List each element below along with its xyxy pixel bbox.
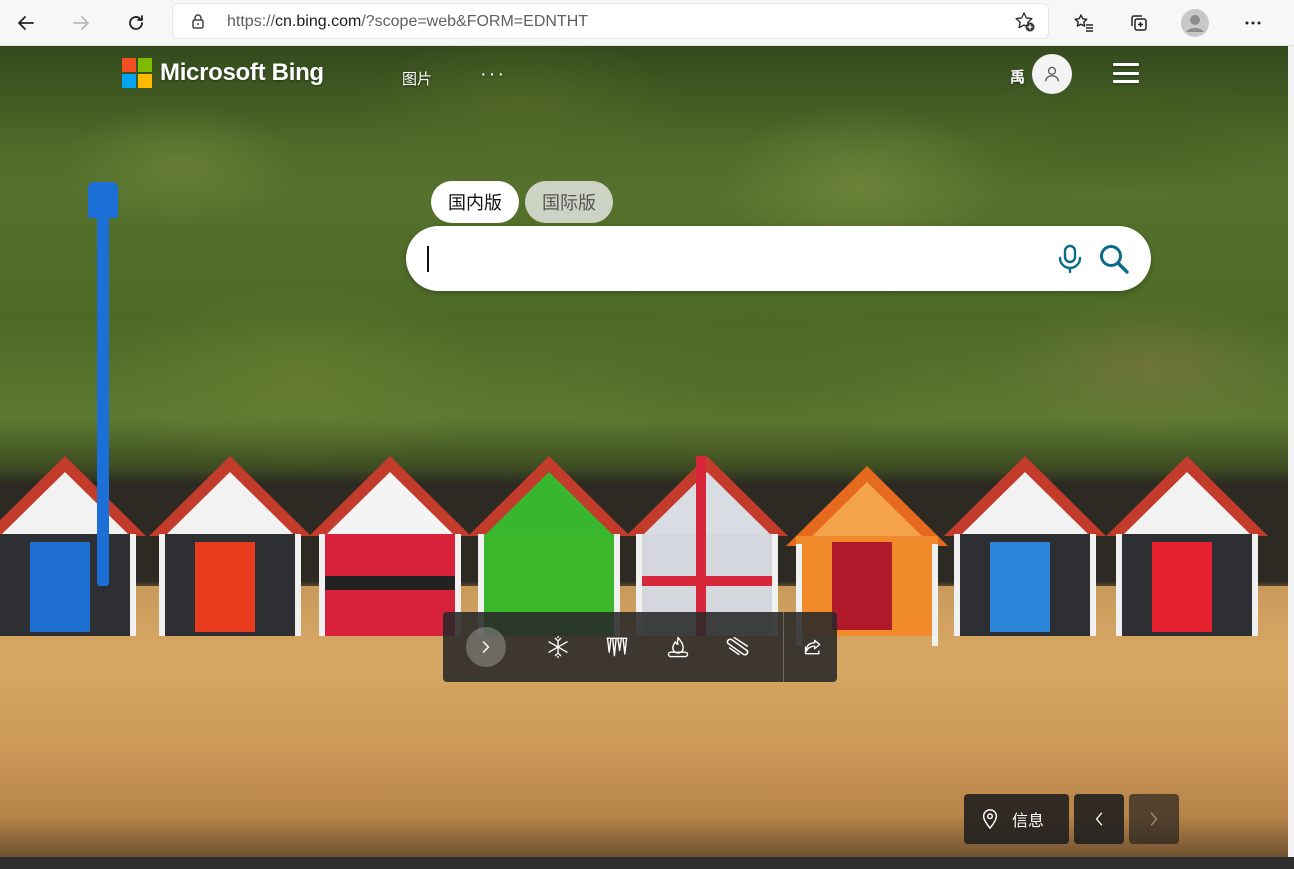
- beach-hut: [626, 456, 788, 636]
- image-info-button[interactable]: 信息: [964, 794, 1069, 844]
- forward-button[interactable]: [64, 6, 98, 40]
- toolbar-expand-button[interactable]: [466, 627, 506, 667]
- share-icon[interactable]: [798, 632, 828, 662]
- beach-hut: [786, 466, 948, 646]
- beach-hut: [309, 456, 471, 636]
- collections-button[interactable]: [1122, 6, 1156, 40]
- info-label: 信息: [1012, 813, 1045, 830]
- bing-homepage: Microsoft Bing 图片 ··· 禹 国内版 国际版 信息: [0, 46, 1288, 857]
- icicles-icon[interactable]: [602, 632, 632, 662]
- forward-arrow-icon: [73, 16, 89, 30]
- background-beach-huts: [0, 396, 1288, 646]
- url-text[interactable]: https://cn.bing.com/?scope=web&FORM=EDNT…: [227, 13, 588, 31]
- url-path: /?scope=web&FORM=EDNTHT: [361, 13, 589, 30]
- image-toolbar: [443, 612, 837, 682]
- search-icon[interactable]: [1098, 243, 1130, 275]
- beach-hut: [1106, 456, 1268, 636]
- bing-logo[interactable]: Microsoft Bing: [122, 58, 324, 88]
- microphone-icon[interactable]: [1056, 244, 1084, 274]
- campfire-icon[interactable]: [663, 632, 693, 662]
- address-bar[interactable]: https://cn.bing.com/?scope=web&FORM=EDNT…: [172, 3, 1049, 39]
- collections-icon: [1131, 15, 1147, 31]
- browser-toolbar: https://cn.bing.com/?scope=web&FORM=EDNT…: [0, 0, 1294, 46]
- chevron-left-icon: [1095, 812, 1103, 826]
- refresh-button[interactable]: [119, 6, 153, 40]
- more-dots-icon: [1245, 21, 1261, 25]
- snowflake-icon[interactable]: [543, 632, 573, 662]
- user-avatar[interactable]: [1032, 54, 1072, 94]
- tab-international[interactable]: 国际版: [525, 181, 613, 223]
- scrollbar-track[interactable]: [1288, 46, 1294, 857]
- beach-hut: [944, 456, 1106, 636]
- url-scheme: https://: [227, 13, 276, 30]
- text-caret: [427, 246, 429, 272]
- profile-button[interactable]: [1178, 6, 1212, 40]
- favorites-button[interactable]: [1067, 6, 1101, 40]
- background-lamp-post: [97, 196, 109, 586]
- tab-domestic[interactable]: 国内版: [431, 181, 519, 223]
- scope-tabs: 国内版 国际版: [431, 181, 613, 223]
- settings-more-button[interactable]: [1236, 6, 1270, 40]
- beach-hut: [149, 456, 311, 636]
- location-pin-icon: [982, 809, 998, 829]
- nav-images-link[interactable]: 图片: [402, 68, 432, 89]
- user-name[interactable]: 禹: [1010, 66, 1025, 87]
- add-favorite-icon[interactable]: [1014, 11, 1036, 33]
- snowboard-icon[interactable]: [723, 632, 753, 662]
- beach-hut: [468, 456, 630, 636]
- favorites-list-icon: [1074, 14, 1093, 32]
- chevron-right-icon: [482, 641, 490, 653]
- nav-more-button[interactable]: ···: [480, 63, 506, 86]
- beach-hut: [0, 456, 146, 636]
- search-input[interactable]: [436, 240, 1036, 276]
- bottom-strip: [0, 857, 1294, 869]
- back-arrow-icon: [18, 16, 34, 30]
- url-host: cn.bing.com: [275, 13, 362, 30]
- back-button[interactable]: [9, 6, 43, 40]
- search-box[interactable]: [406, 226, 1151, 291]
- chevron-right-icon: [1150, 812, 1158, 826]
- previous-image-button[interactable]: [1074, 794, 1124, 844]
- menu-icon[interactable]: [1113, 63, 1139, 83]
- brand-name: Microsoft Bing: [160, 59, 324, 86]
- microsoft-logo-icon: [122, 58, 152, 88]
- lock-icon[interactable]: [189, 12, 207, 30]
- next-image-button[interactable]: [1129, 794, 1179, 844]
- profile-avatar-icon: [1181, 9, 1209, 37]
- user-icon: [1045, 66, 1059, 82]
- toolbar-divider: [783, 612, 784, 682]
- refresh-icon: [129, 15, 143, 30]
